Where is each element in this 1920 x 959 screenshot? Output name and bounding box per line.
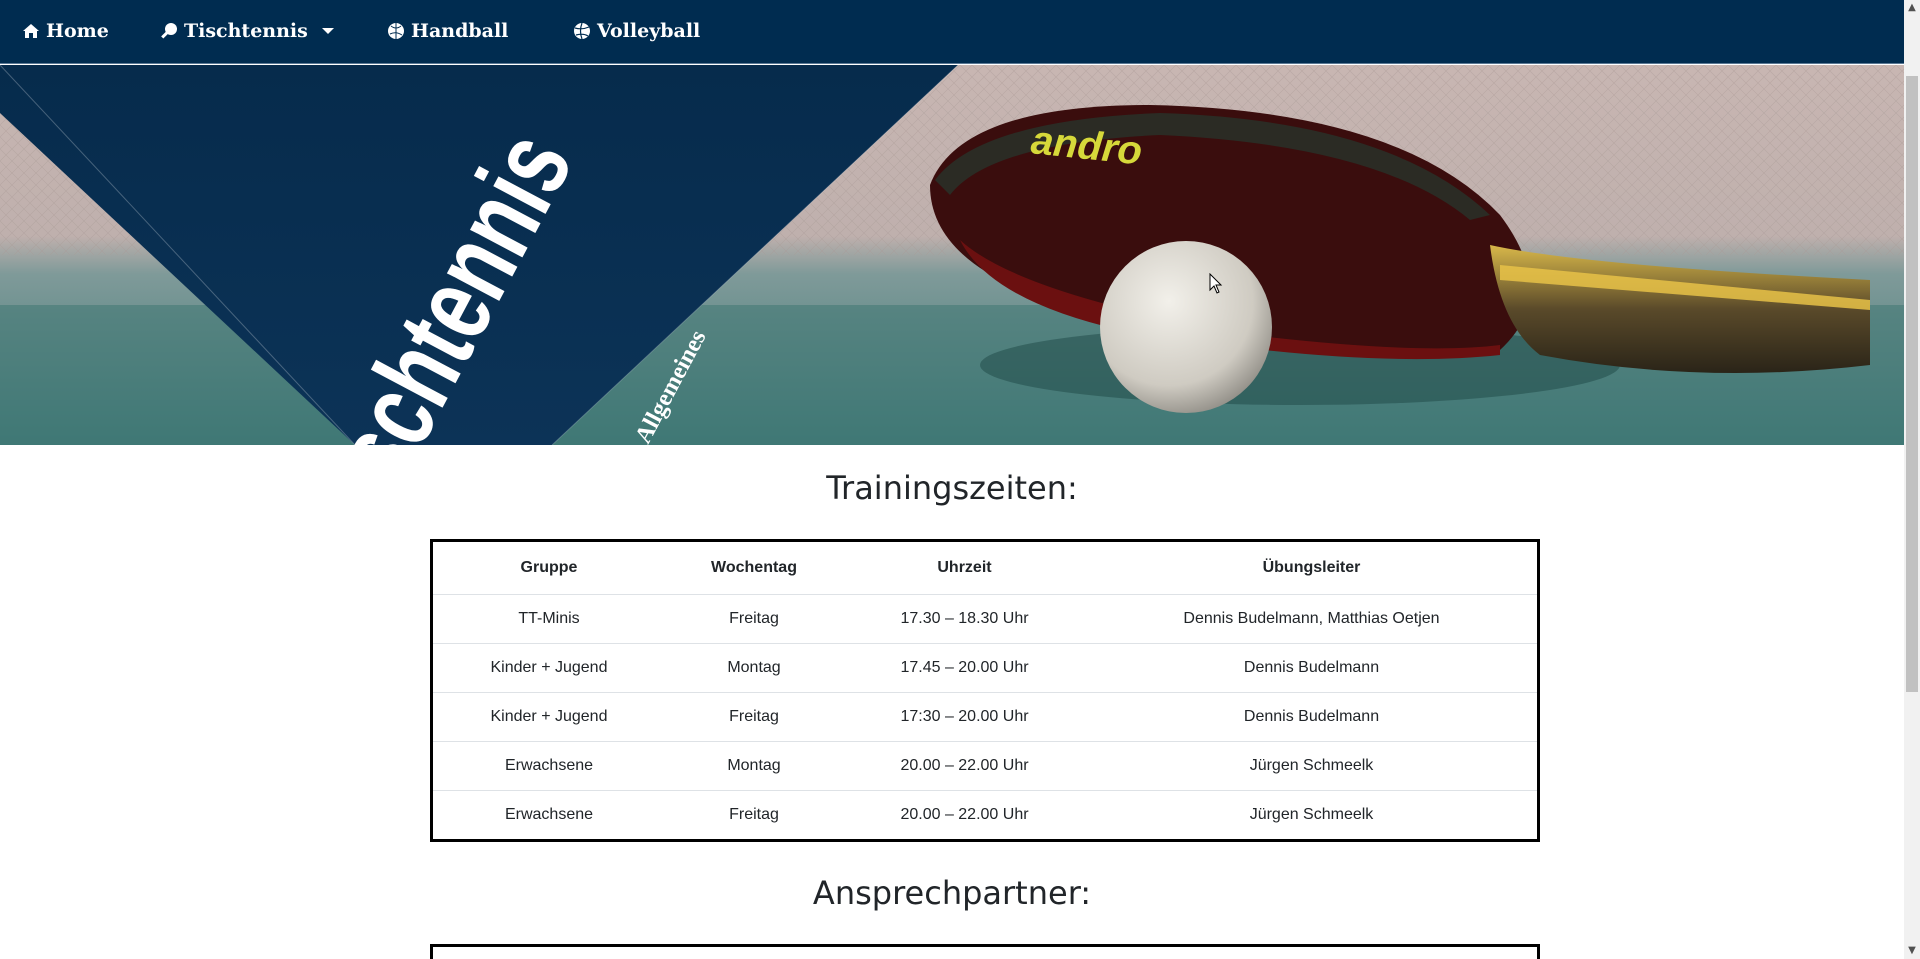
training-times-table: Gruppe Wochentag Uhrzeit Übungsleiter TT…	[430, 539, 1540, 842]
nav-handball-label: Handball	[411, 20, 509, 42]
cell-gruppe: TT-Minis	[433, 594, 665, 644]
column-header-uebungsleiter: Übungsleiter	[1086, 542, 1537, 595]
scrollbar-thumb[interactable]	[1906, 76, 1918, 692]
cell-gruppe: Kinder + Jugend	[433, 643, 665, 693]
scroll-up-arrow-icon[interactable]: ▲	[1904, 0, 1920, 16]
main-navbar: Home Tischtennis Handball Volleyball	[0, 0, 1904, 64]
cell-uebungsleiter: Jürgen Schmeelk	[1249, 805, 1374, 823]
nav-tischtennis-label: Tischtennis	[184, 20, 308, 42]
nav-home-link[interactable]: Home	[22, 20, 109, 42]
contact-persons-table	[430, 944, 1540, 959]
cell-uhrzeit: 20.00 – 22.00 Uhr	[900, 805, 1029, 823]
volleyball-icon	[574, 22, 590, 40]
cell-gruppe: Erwachsene	[433, 741, 665, 791]
chevron-down-icon	[321, 28, 334, 34]
table-header-row: Gruppe Wochentag Uhrzeit Übungsleiter	[433, 542, 1537, 595]
cell-wochentag: Freitag	[729, 805, 779, 823]
training-times-heading: Trainingszeiten:	[826, 469, 1078, 507]
nav-tischtennis-dropdown[interactable]: Tischtennis	[160, 20, 334, 42]
hero-image: andro Tischtennis Allgemeines	[0, 65, 1904, 445]
cell-gruppe: Erwachsene	[504, 805, 594, 823]
cell-uebungsleiter: Dennis Budelmann, Matthias Oetjen	[1086, 594, 1537, 644]
cell-wochentag: Montag	[665, 643, 843, 693]
cell-uhrzeit: 17.45 – 20.00 Uhr	[843, 643, 1086, 693]
cell-gruppe: Kinder + Jugend	[433, 692, 665, 742]
cell-wochentag: Freitag	[665, 594, 843, 644]
column-header-wochentag: Wochentag	[665, 542, 843, 595]
cell-wochentag: Montag	[665, 741, 843, 791]
nav-home-label: Home	[46, 20, 109, 42]
home-icon	[23, 24, 39, 38]
cell-wochentag: Freitag	[665, 692, 843, 742]
cell-uebungsleiter: Jürgen Schmeelk	[1086, 741, 1537, 791]
column-header-gruppe: Gruppe	[433, 542, 665, 595]
nav-volleyball-label: Volleyball	[597, 20, 701, 42]
table-tennis-paddle-icon	[161, 23, 177, 39]
handball-icon	[388, 23, 404, 39]
hero-banner: andro Tischtennis Allgemeines	[0, 65, 1904, 445]
cell-uhrzeit: 17:30 – 20.00 Uhr	[843, 692, 1086, 742]
cell-uhrzeit: 20.00 – 22.00 Uhr	[843, 741, 1086, 791]
nav-volleyball-link[interactable]: Volleyball	[573, 20, 700, 42]
cell-uebungsleiter: Dennis Budelmann	[1086, 643, 1537, 693]
table-row: Erwachsene Montag 20.00 – 22.00 Uhr Jürg…	[433, 741, 1537, 791]
nav-handball-link[interactable]: Handball	[387, 20, 508, 42]
column-header-uhrzeit: Uhrzeit	[843, 542, 1086, 595]
table-row: Erwachsene Freitag 20.00 – 22.00 Uhr Jür…	[433, 790, 1537, 839]
table-row: TT-Minis Freitag 17.30 – 18.30 Uhr Denni…	[433, 594, 1537, 644]
mouse-cursor-icon	[1209, 273, 1223, 294]
cell-uhrzeit: 17.30 – 18.30 Uhr	[843, 594, 1086, 644]
contact-persons-heading: Ansprechpartner:	[812, 874, 1092, 912]
scroll-down-arrow-icon[interactable]: ▼	[1904, 943, 1920, 959]
table-row: Kinder + Jugend Montag 17.45 – 20.00 Uhr…	[433, 643, 1537, 693]
cell-uebungsleiter: Dennis Budelmann	[1086, 692, 1537, 742]
table-row: Kinder + Jugend Freitag 17:30 – 20.00 Uh…	[433, 692, 1537, 742]
page-scrollbar[interactable]: ▲ ▼	[1904, 0, 1920, 959]
